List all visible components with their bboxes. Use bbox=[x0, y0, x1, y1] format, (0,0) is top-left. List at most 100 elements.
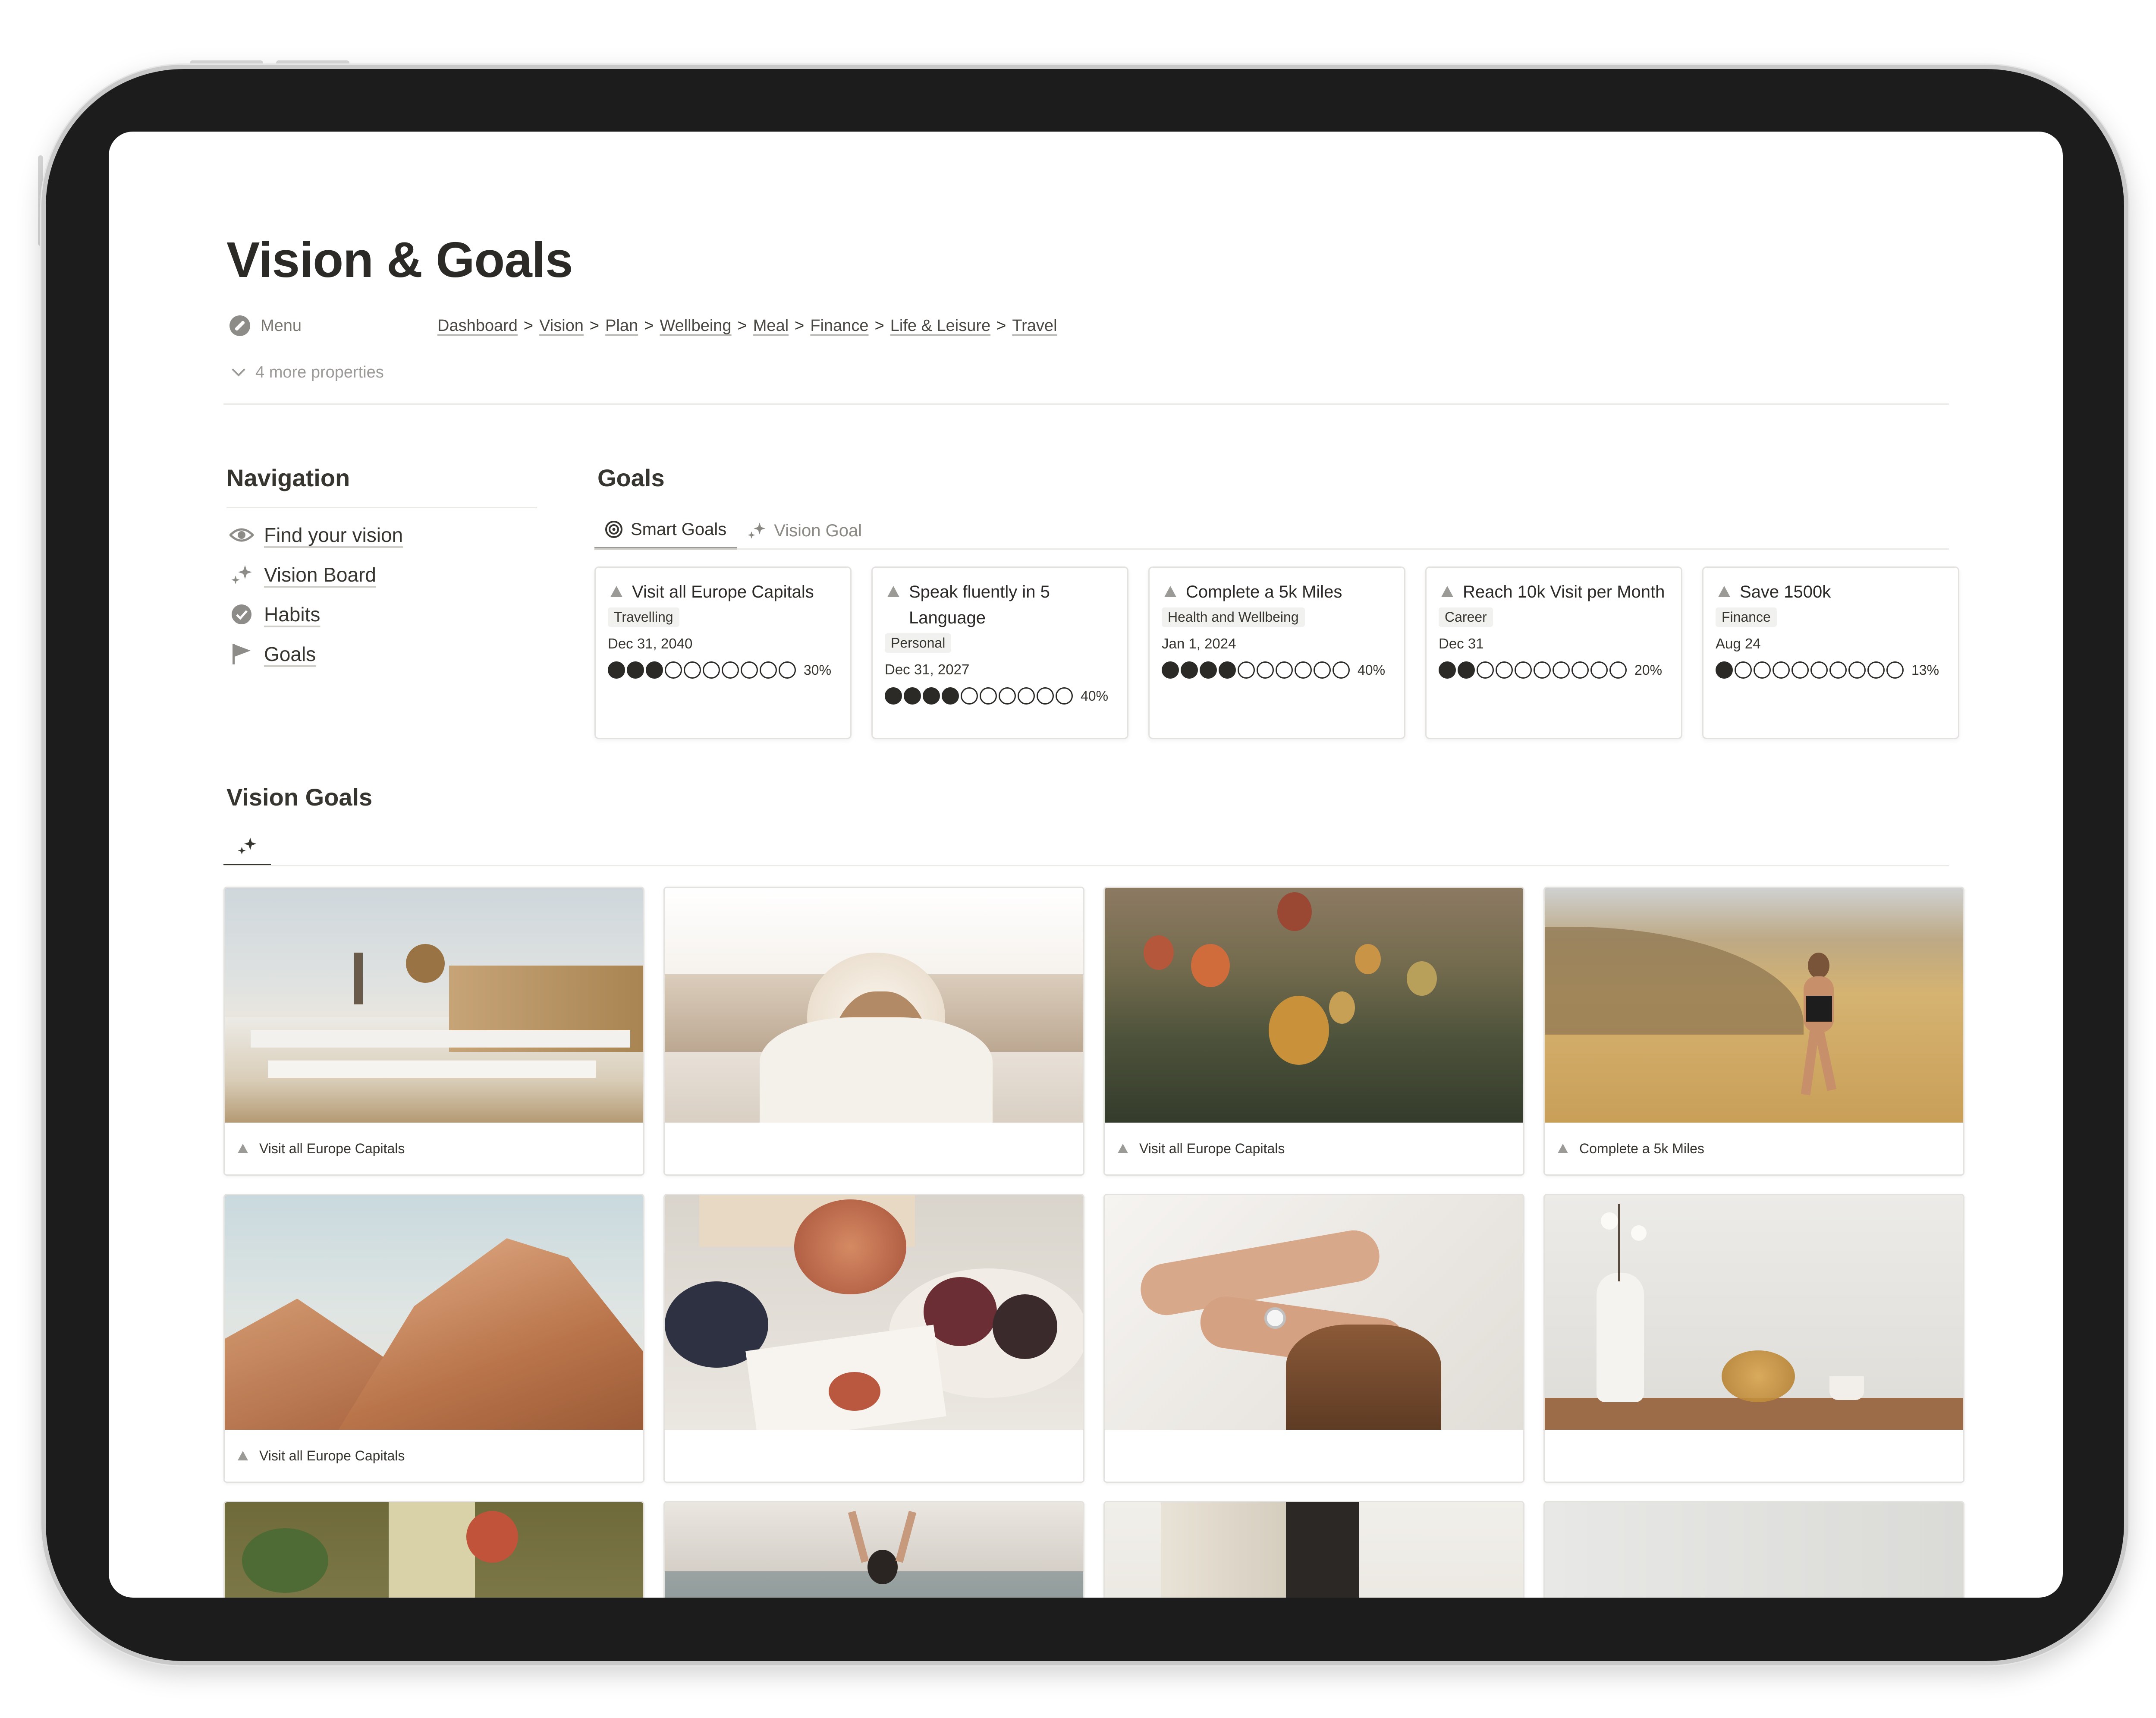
progress-dot bbox=[1609, 661, 1627, 679]
card-caption: Visit all Europe Capitals bbox=[225, 1123, 643, 1174]
goal-title: Visit all Europe Capitals bbox=[632, 582, 814, 601]
progress-dot bbox=[779, 661, 796, 679]
nav-item-goals[interactable]: Goals bbox=[229, 639, 316, 669]
more-properties-toggle[interactable]: 4 more properties bbox=[229, 359, 384, 385]
gallery-card[interactable] bbox=[663, 887, 1084, 1176]
gallery-card[interactable]: Complete a 5k Miles bbox=[1543, 887, 1964, 1176]
gallery-card[interactable] bbox=[1103, 1501, 1524, 1598]
gallery-card[interactable] bbox=[663, 1501, 1084, 1598]
goal-card[interactable]: Reach 10k Visit per Month Career Dec 31 20% bbox=[1425, 566, 1682, 739]
progress-dot bbox=[1018, 687, 1035, 705]
progress-dot bbox=[1458, 661, 1475, 679]
nav-item-vision-board[interactable]: Vision Board bbox=[229, 560, 376, 590]
goal-card[interactable]: Speak fluently in 5 Language Personal Dec … bbox=[871, 566, 1128, 739]
goal-title: Reach 10k Visit per Month bbox=[1463, 582, 1665, 601]
gallery-card[interactable] bbox=[1543, 1194, 1964, 1483]
progress-dot bbox=[608, 661, 625, 679]
progress-dot bbox=[1735, 661, 1752, 679]
goal-card[interactable]: Visit all Europe Capitals Travelling Dec 3… bbox=[594, 566, 852, 739]
target-icon bbox=[605, 520, 623, 538]
progress-dot bbox=[942, 687, 959, 705]
breadcrumb: Dashboard > Vision > Plan > Wellbeing > … bbox=[437, 316, 1057, 335]
goal-category-tag: Finance bbox=[1716, 607, 1777, 627]
breadcrumb-finance[interactable]: Finance bbox=[810, 317, 868, 335]
progress-dot bbox=[1238, 661, 1255, 679]
progress-dot bbox=[1162, 661, 1179, 679]
pyramid-icon bbox=[1558, 1144, 1568, 1153]
goal-progress-percent: 13% bbox=[1911, 662, 1939, 678]
breadcrumb-plan[interactable]: Plan bbox=[605, 317, 638, 335]
progress-dot bbox=[760, 661, 777, 679]
goal-progress-percent: 40% bbox=[1081, 688, 1109, 704]
tab-vision-goal[interactable]: Vision Goal bbox=[737, 511, 872, 550]
breadcrumb-wellbeing[interactable]: Wellbeing bbox=[660, 317, 731, 335]
pyramid-icon bbox=[1441, 586, 1453, 597]
image-woman-in-sea bbox=[665, 1502, 1083, 1598]
goal-due-date: Dec 31, 2040 bbox=[608, 636, 693, 651]
goal-card[interactable]: Complete a 5k Miles Health and Wellbeing J… bbox=[1148, 566, 1405, 739]
breadcrumb-travel[interactable]: Travel bbox=[1012, 317, 1057, 335]
gallery-card[interactable] bbox=[1543, 1501, 1964, 1598]
breadcrumb-life-leisure[interactable]: Life & Leisure bbox=[890, 317, 990, 335]
progress-dot bbox=[741, 661, 758, 679]
goal-title: Save 1500k bbox=[1740, 582, 1831, 601]
progress-dot bbox=[1200, 661, 1217, 679]
divider bbox=[226, 507, 537, 508]
goal-due-date: Jan 1, 2024 bbox=[1162, 636, 1236, 651]
progress-dot bbox=[1867, 661, 1885, 679]
goal-progress: 13% bbox=[1716, 661, 1946, 679]
goal-category-tag: Health and Wellbeing bbox=[1162, 607, 1305, 627]
eye-icon bbox=[229, 523, 254, 547]
progress-dot bbox=[1754, 661, 1771, 679]
progress-dot bbox=[646, 661, 663, 679]
breadcrumb-dashboard[interactable]: Dashboard bbox=[437, 317, 518, 335]
goal-title-row: Save 1500k bbox=[1716, 579, 1946, 605]
check-circle-icon bbox=[229, 602, 254, 626]
tab-smart-goals[interactable]: Smart Goals bbox=[594, 511, 737, 550]
progress-dot bbox=[1848, 661, 1866, 679]
progress-dot bbox=[1295, 661, 1312, 679]
goal-title-row: Speak fluently in 5 Language bbox=[885, 579, 1115, 631]
gallery-card[interactable] bbox=[223, 1501, 644, 1598]
divider bbox=[594, 548, 1949, 550]
progress-dot bbox=[961, 687, 978, 705]
gallery-card[interactable]: Visit all Europe Capitals bbox=[223, 1194, 644, 1483]
progress-dot bbox=[703, 661, 720, 679]
goal-progress: 40% bbox=[885, 687, 1115, 705]
goal-due-date: Aug 24 bbox=[1716, 636, 1761, 651]
progress-dot bbox=[1553, 661, 1570, 679]
divider bbox=[223, 865, 1949, 866]
image-woman-sunlight-beach bbox=[665, 888, 1083, 1123]
gallery-card[interactable]: Visit all Europe Capitals bbox=[223, 887, 644, 1176]
goal-card[interactable]: Save 1500k Finance Aug 24 13% bbox=[1702, 566, 1959, 739]
tab-vision-gallery[interactable] bbox=[223, 831, 271, 866]
pyramid-icon bbox=[1164, 586, 1176, 597]
progress-dot bbox=[1590, 661, 1608, 679]
progress-dot bbox=[1333, 661, 1350, 679]
progress-dot bbox=[1181, 661, 1198, 679]
goal-due-date: Dec 31 bbox=[1439, 636, 1484, 651]
breadcrumb-vision[interactable]: Vision bbox=[539, 317, 584, 335]
pyramid-icon bbox=[610, 586, 622, 597]
progress-dot bbox=[1791, 661, 1809, 679]
progress-dot bbox=[1773, 661, 1790, 679]
gallery-card[interactable] bbox=[1103, 1194, 1524, 1483]
progress-dot bbox=[1534, 661, 1551, 679]
card-caption: Visit all Europe Capitals bbox=[225, 1430, 643, 1482]
progress-dot bbox=[1056, 687, 1073, 705]
image-woman-running-field bbox=[1545, 888, 1963, 1123]
goal-progress-percent: 40% bbox=[1358, 662, 1386, 678]
nav-item-habits[interactable]: Habits bbox=[229, 599, 320, 629]
gallery-card[interactable] bbox=[663, 1194, 1084, 1483]
breadcrumb-meal[interactable]: Meal bbox=[753, 317, 789, 335]
goal-category-tag: Career bbox=[1439, 607, 1493, 627]
progress-dot bbox=[999, 687, 1016, 705]
vision-goals-title: Vision Goals bbox=[226, 783, 373, 811]
progress-dot bbox=[1571, 661, 1589, 679]
sparkles-icon bbox=[229, 563, 254, 587]
goal-progress: 30% bbox=[608, 661, 838, 679]
gallery-card[interactable]: Visit all Europe Capitals bbox=[1103, 887, 1524, 1176]
nav-item-find-your-vision[interactable]: Find your vision bbox=[229, 520, 403, 550]
menu-label: Menu bbox=[261, 316, 302, 335]
page-title: Vision & Goals bbox=[226, 232, 573, 288]
